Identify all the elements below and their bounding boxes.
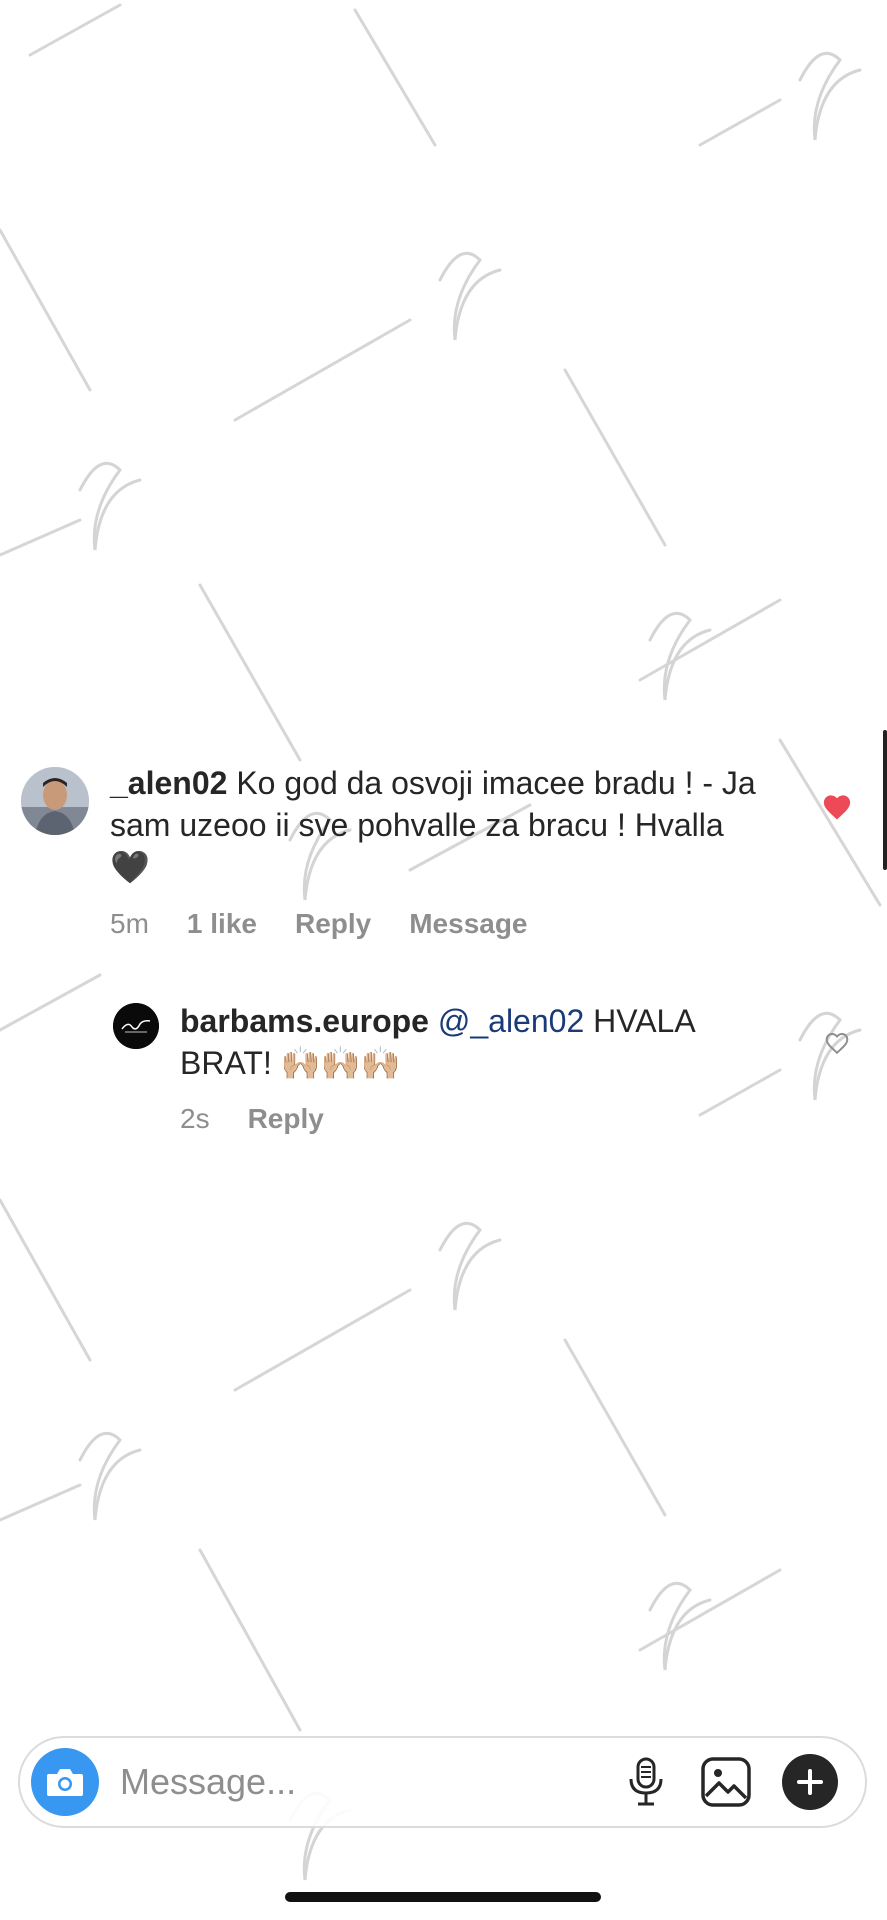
message-input[interactable] (120, 1754, 600, 1810)
heart-outline-icon (825, 1033, 849, 1055)
avatar-photo-icon (21, 767, 89, 835)
add-button[interactable] (782, 1754, 838, 1810)
comment-time: 5m (110, 908, 149, 939)
like-button[interactable] (822, 1028, 852, 1058)
comment-meta: 5m 1 like Reply Message (110, 908, 528, 940)
reply-button[interactable]: Reply (295, 908, 371, 940)
scrollbar[interactable] (883, 730, 887, 870)
microphone-button[interactable] (618, 1754, 674, 1810)
camera-button[interactable] (31, 1748, 99, 1816)
likes-count-link[interactable]: 1 like (187, 908, 257, 940)
avatar[interactable] (21, 767, 89, 835)
gallery-icon (701, 1757, 751, 1807)
mention-link[interactable]: @_alen02 (438, 1003, 584, 1039)
comment-username[interactable]: _alen02 (110, 765, 227, 801)
microphone-icon (629, 1757, 663, 1806)
black-heart-emoji: 🖤 (110, 848, 150, 886)
watermark-background (0, 3, 882, 1881)
like-button[interactable] (820, 790, 854, 824)
message-button[interactable]: Message (409, 908, 527, 940)
reply-button[interactable]: Reply (248, 1103, 324, 1135)
gallery-button[interactable] (698, 1754, 754, 1810)
heart-icon (823, 795, 851, 820)
reply-username[interactable]: barbams.europe (180, 1003, 429, 1039)
plus-icon (797, 1769, 823, 1795)
home-indicator[interactable] (285, 1892, 601, 1902)
message-composer (18, 1736, 867, 1828)
avatar[interactable] (113, 1003, 159, 1049)
brand-logo-icon (113, 1003, 159, 1049)
comment-text: _alen02 Ko god da osvoji imacee bradu ! … (110, 762, 770, 888)
raised-hands-emoji: 🙌🏼🙌🏼🙌🏼 (280, 1044, 401, 1082)
camera-icon (47, 1769, 83, 1796)
reply-text: barbams.europe @_alen02 HVALA BRAT! 🙌🏼🙌🏼… (180, 1000, 760, 1084)
reply-meta: 2s Reply (180, 1103, 324, 1135)
reply-time: 2s (180, 1103, 210, 1134)
